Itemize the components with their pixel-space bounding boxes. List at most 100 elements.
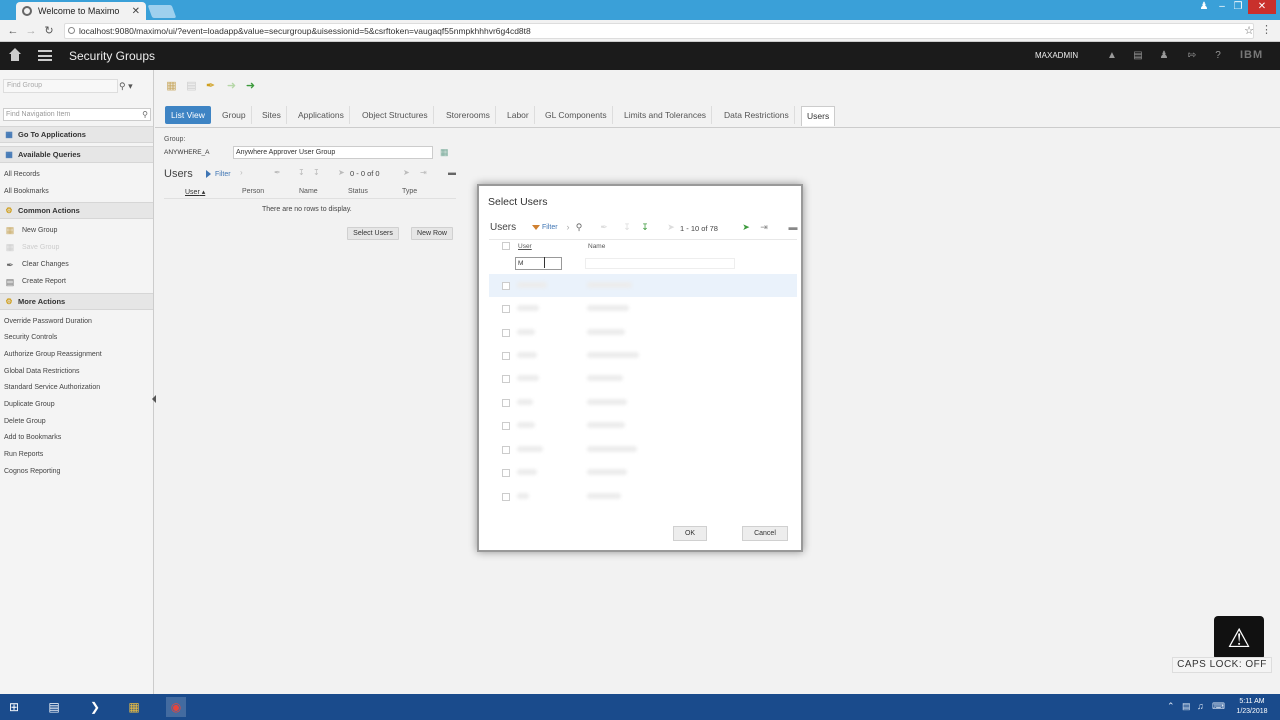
more-action-item[interactable]: Delete Group: [4, 418, 46, 425]
help-icon[interactable]: ?: [1212, 50, 1224, 62]
find-navigation-input[interactable]: Find Navigation Item ⚲: [3, 108, 151, 121]
forward-icon[interactable]: →: [24, 24, 38, 38]
table-row[interactable]: [489, 391, 797, 414]
long-description-icon[interactable]: ▦: [440, 147, 451, 157]
powershell-icon[interactable]: ❯: [85, 697, 105, 717]
new-tab-button[interactable]: [147, 5, 177, 18]
tab-list-view[interactable]: List View: [165, 106, 211, 124]
filter-toggle[interactable]: Filter: [206, 170, 231, 178]
find-group-search-icon[interactable]: ⚲ ▾: [119, 79, 145, 93]
close-window-icon[interactable]: ✕: [1248, 0, 1276, 14]
menu-icon[interactable]: [38, 50, 52, 61]
browser-tab[interactable]: Welcome to Maximo ✕: [16, 2, 146, 20]
more-action-item[interactable]: Security Controls: [4, 334, 57, 341]
bulletin-icon[interactable]: ▲: [1106, 50, 1118, 62]
more-action-item[interactable]: Global Data Restrictions: [4, 368, 79, 375]
group-description-field[interactable]: Anywhere Approver User Group: [233, 146, 433, 159]
bookmark-star-icon[interactable]: ☆: [1244, 24, 1254, 37]
reload-icon[interactable]: ↻: [42, 24, 56, 38]
tab-group[interactable]: Group: [217, 106, 252, 124]
table-row[interactable]: [489, 485, 797, 508]
col-type[interactable]: Type: [402, 188, 417, 195]
tab-users[interactable]: Users: [801, 106, 836, 126]
row-checkbox[interactable]: [502, 329, 510, 337]
next-page-icon[interactable]: ➤: [741, 222, 751, 232]
windows-start-icon[interactable]: ⊞: [4, 697, 24, 717]
previous-record-icon[interactable]: ➜: [225, 80, 238, 93]
new-record-icon[interactable]: ▦: [165, 80, 178, 93]
system-clock[interactable]: 5:11 AM 1/23/2018: [1228, 697, 1276, 717]
end-page-icon[interactable]: ⇥: [759, 222, 769, 232]
all-bookmarks-link[interactable]: All Bookmarks: [4, 188, 49, 195]
save-icon[interactable]: ▤: [185, 80, 198, 93]
info-icon[interactable]: [68, 27, 75, 34]
more-action-item[interactable]: Authorize Group Reassignment: [4, 351, 102, 358]
next-record-icon[interactable]: ➜: [244, 80, 257, 93]
select-users-button[interactable]: Select Users: [347, 227, 399, 240]
row-checkbox[interactable]: [502, 422, 510, 430]
home-icon[interactable]: [8, 48, 22, 62]
tray-arrow-icon[interactable]: ⌃: [1167, 700, 1177, 712]
find-group-input[interactable]: Find Group: [3, 79, 118, 93]
create-report-link[interactable]: Create Report: [22, 278, 66, 285]
ok-button[interactable]: OK: [673, 526, 707, 541]
more-action-item[interactable]: Run Reports: [4, 451, 43, 458]
profile-icon[interactable]: ♟: [1158, 50, 1170, 62]
tab-sites[interactable]: Sites: [257, 106, 287, 124]
row-checkbox[interactable]: [502, 493, 510, 501]
start-center-icon[interactable]: ▤: [1132, 50, 1144, 62]
tab-applications[interactable]: Applications: [293, 106, 350, 124]
col-person[interactable]: Person: [242, 188, 264, 195]
table-row[interactable]: [489, 297, 797, 320]
dialog-col-name[interactable]: Name: [588, 243, 605, 250]
back-icon[interactable]: ←: [6, 24, 20, 38]
clear-icon[interactable]: ✒: [204, 80, 217, 93]
row-checkbox[interactable]: [502, 282, 510, 290]
user-icon[interactable]: ♟: [1196, 0, 1212, 14]
row-checkbox[interactable]: [502, 352, 510, 360]
clear-changes-link[interactable]: Clear Changes: [22, 261, 69, 268]
more-action-item[interactable]: Override Password Duration: [4, 318, 92, 325]
table-row[interactable]: [489, 438, 797, 461]
minimize-table-icon[interactable]: ▬: [788, 222, 798, 232]
search-icon[interactable]: ⚲: [574, 222, 584, 232]
table-row[interactable]: [489, 367, 797, 390]
restore-icon[interactable]: ❐: [1230, 0, 1246, 14]
minimize-table-icon[interactable]: ▬: [448, 169, 456, 177]
new-group-link[interactable]: New Group: [22, 227, 57, 234]
tab-data-restrictions[interactable]: Data Restrictions: [719, 106, 795, 124]
more-action-item[interactable]: Add to Bookmarks: [4, 434, 61, 441]
close-tab-icon[interactable]: ✕: [132, 6, 140, 17]
available-queries[interactable]: ▦ Available Queries: [0, 146, 153, 163]
user-filter-input[interactable]: M: [515, 257, 562, 270]
all-records-link[interactable]: All Records: [4, 171, 40, 178]
table-row[interactable]: [489, 274, 797, 297]
dialog-filter-toggle[interactable]: Filter: [532, 224, 558, 231]
tab-labor[interactable]: Labor: [502, 106, 535, 124]
cancel-button[interactable]: Cancel: [742, 526, 788, 541]
col-name[interactable]: Name: [299, 188, 318, 195]
minimize-icon[interactable]: –: [1214, 0, 1230, 14]
more-action-item[interactable]: Duplicate Group: [4, 401, 55, 408]
dialog-col-user[interactable]: User: [518, 243, 532, 250]
tab-storerooms[interactable]: Storerooms: [441, 106, 496, 124]
search-icon[interactable]: ⚲: [142, 109, 148, 120]
tab-object-structures[interactable]: Object Structures: [357, 106, 434, 124]
chrome-icon[interactable]: ◉: [166, 697, 186, 717]
col-status[interactable]: Status: [348, 188, 368, 195]
download-green-icon[interactable]: ↧: [640, 222, 650, 232]
table-row[interactable]: [489, 414, 797, 437]
row-checkbox[interactable]: [502, 305, 510, 313]
network-icon[interactable]: ▤: [1182, 700, 1192, 712]
collapse-panel-icon[interactable]: [152, 395, 156, 403]
row-checkbox[interactable]: [502, 375, 510, 383]
table-row[interactable]: [489, 321, 797, 344]
more-actions[interactable]: ⚙ More Actions: [0, 293, 153, 310]
select-all-checkbox[interactable]: [502, 242, 510, 250]
server-manager-icon[interactable]: ▤: [44, 697, 64, 717]
row-checkbox[interactable]: [502, 399, 510, 407]
common-actions[interactable]: ⚙ Common Actions: [0, 202, 153, 219]
row-checkbox[interactable]: [502, 446, 510, 454]
name-filter-input[interactable]: [585, 258, 735, 269]
new-row-button[interactable]: New Row: [411, 227, 453, 240]
